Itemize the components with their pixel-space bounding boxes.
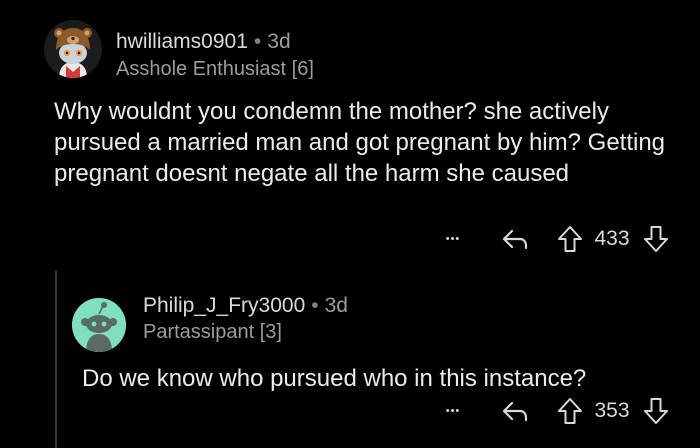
comment-actions: ••• 433 — [440, 224, 670, 254]
vote-score: 433 — [594, 227, 630, 250]
upvote-button[interactable] — [556, 224, 584, 254]
downvote-button[interactable] — [642, 396, 670, 426]
snoo-avatar-bear-hat-icon — [44, 20, 102, 78]
vote-score: 353 — [594, 399, 630, 422]
more-button[interactable]: ••• — [440, 396, 466, 426]
separator-dot: • — [311, 294, 319, 317]
reply-button[interactable] — [500, 396, 530, 426]
snoo-avatar-default-icon — [72, 298, 126, 352]
comment-header: hwilliams0901 • 3d — [116, 30, 291, 54]
upvote-arrow-icon — [558, 226, 582, 252]
comment-reply: Philip_J_Fry3000 • 3d Partassipant [3] D… — [0, 270, 700, 448]
reply-arrow-icon — [502, 229, 528, 250]
comment-body: Why wouldnt you condemn the mother? she … — [54, 98, 666, 187]
comment-age: 3d — [267, 30, 291, 53]
separator-dot: • — [253, 30, 262, 53]
comment-age: 3d — [324, 294, 348, 317]
reply-arrow-icon — [502, 401, 528, 422]
username[interactable]: Philip_J_Fry3000 — [143, 294, 305, 318]
user-flair: Partassipant [3] — [143, 321, 282, 343]
avatar[interactable] — [44, 20, 102, 78]
more-dots-icon: ••• — [445, 405, 461, 417]
comment: hwilliams0901 • 3d Asshole Enthusiast [6… — [0, 0, 700, 270]
upvote-arrow-icon — [558, 398, 582, 424]
upvote-button[interactable] — [556, 396, 584, 426]
comment-actions: ••• 353 — [440, 396, 670, 426]
comment-header: Philip_J_Fry3000 • 3d — [143, 294, 348, 318]
avatar[interactable] — [72, 298, 126, 352]
comment-body: Do we know who pursued who in this insta… — [82, 365, 587, 392]
more-dots-icon: ••• — [445, 233, 461, 245]
downvote-button[interactable] — [642, 224, 670, 254]
downvote-arrow-icon — [644, 226, 668, 252]
more-button[interactable]: ••• — [440, 224, 466, 254]
username[interactable]: hwilliams0901 — [116, 30, 248, 54]
reply-button[interactable] — [500, 224, 530, 254]
user-flair: Asshole Enthusiast [6] — [116, 58, 314, 80]
downvote-arrow-icon — [644, 398, 668, 424]
